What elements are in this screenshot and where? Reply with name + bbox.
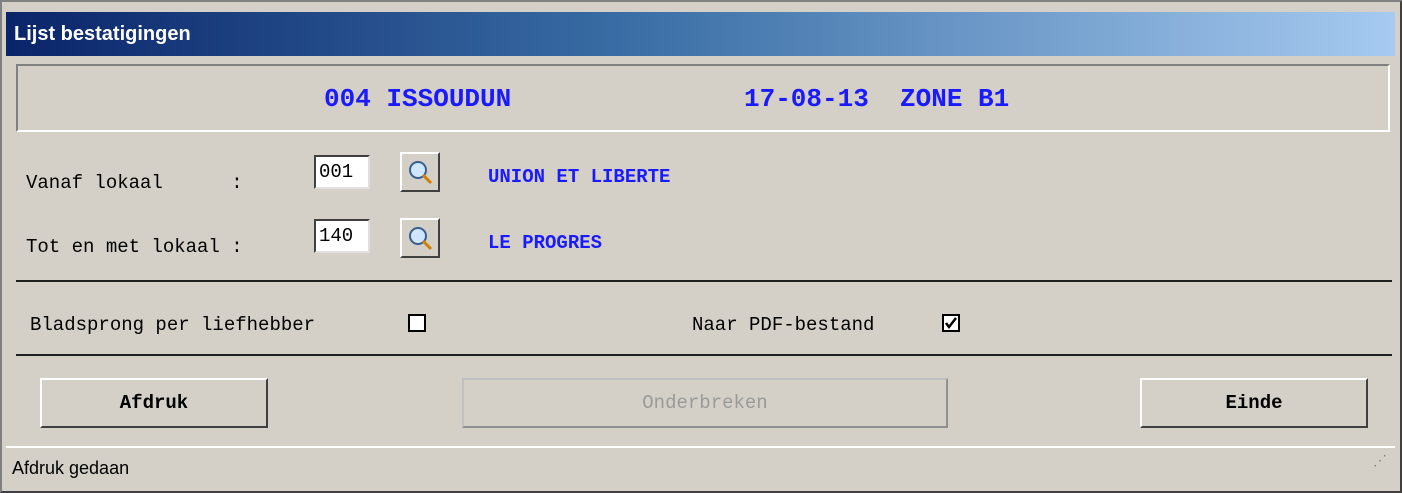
end-button-label: Einde — [1225, 392, 1283, 414]
page-break-label: Bladsprong per liefhebber — [30, 314, 316, 336]
dialog-window: Lijst bestatigingen 004 ISSOUDUN 17-08-1… — [0, 0, 1402, 493]
status-text: Afdruk gedaan — [12, 458, 130, 478]
cancel-button[interactable]: Onderbreken — [462, 378, 948, 428]
checkmark-icon — [945, 317, 957, 330]
magnifier-icon — [409, 227, 433, 251]
association-code-name: 004 ISSOUDUN — [324, 84, 512, 114]
to-lookup-button[interactable] — [400, 218, 440, 258]
header-panel: 004 ISSOUDUN 17-08-13 ZONE B1 — [16, 64, 1390, 132]
title-bar[interactable]: Lijst bestatigingen — [6, 12, 1395, 56]
print-button[interactable]: Afdruk — [40, 378, 268, 428]
divider — [16, 354, 1392, 356]
resize-grip-icon[interactable]: ⋰ — [1373, 440, 1387, 480]
to-local-input[interactable]: 140 — [314, 219, 370, 253]
magnifier-icon — [409, 161, 433, 185]
to-local-name: LE PROGRES — [488, 232, 603, 254]
divider — [16, 280, 1392, 282]
print-button-label: Afdruk — [119, 392, 189, 414]
end-button[interactable]: Einde — [1140, 378, 1368, 428]
window-title: Lijst bestatigingen — [14, 23, 191, 45]
cancel-button-label: Onderbreken — [642, 392, 768, 414]
from-local-name: UNION ET LIBERTE — [488, 166, 671, 188]
to-local-label: Tot en met lokaal : — [26, 236, 243, 258]
page-break-checkbox[interactable] — [408, 314, 426, 332]
from-local-label: Vanaf lokaal : — [26, 172, 243, 194]
status-bar: Afdruk gedaan ⋰ — [6, 446, 1395, 488]
from-local-input[interactable]: 001 — [314, 155, 370, 189]
pdf-option-checkbox[interactable] — [942, 314, 960, 332]
from-lookup-button[interactable] — [400, 152, 440, 192]
date-zone: 17-08-13 ZONE B1 — [744, 84, 1010, 114]
pdf-option-label: Naar PDF-bestand — [692, 314, 875, 336]
